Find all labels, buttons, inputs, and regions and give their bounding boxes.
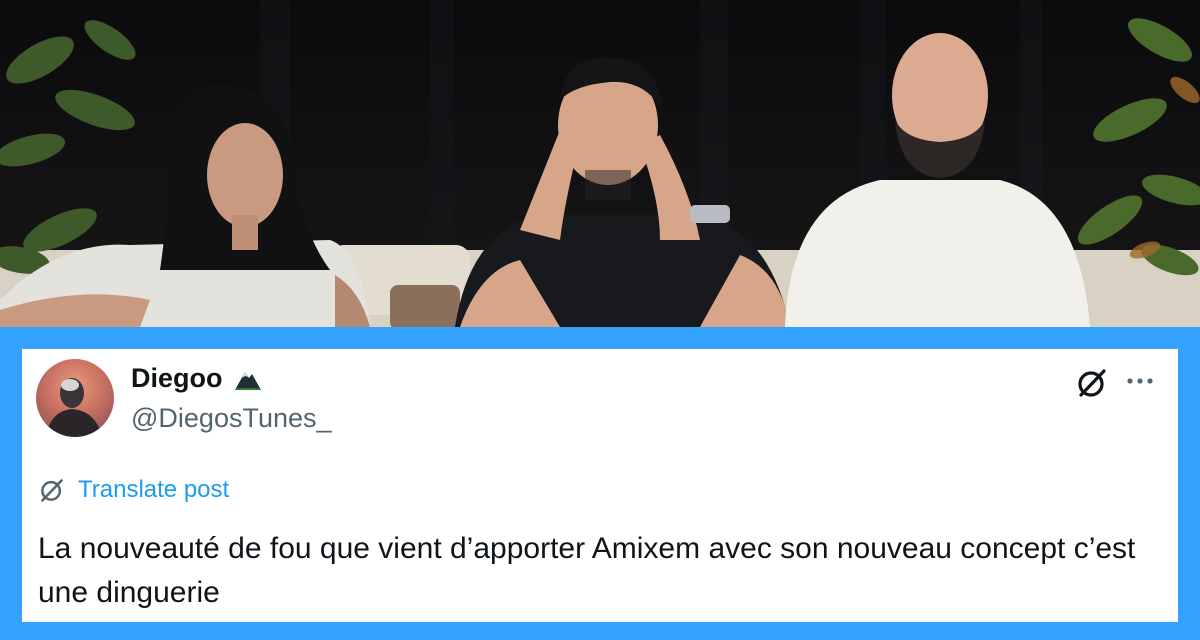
avatar-silhouette-icon — [46, 378, 102, 437]
translate-post-label: Translate post — [78, 476, 230, 503]
tweet-card: Diegoo @DiegosTunes_ Translate post La n… — [22, 349, 1178, 622]
more-icon[interactable] — [1124, 369, 1156, 393]
grok-icon[interactable] — [1076, 367, 1108, 399]
author-display-name[interactable]: Diegoo — [131, 363, 263, 394]
translate-post-link[interactable]: Translate post — [38, 476, 229, 504]
author-handle[interactable]: @DiegosTunes_ — [131, 403, 332, 434]
tweet-text: La nouveauté de fou que vient d’apporter… — [38, 532, 1136, 609]
scene-illustration — [0, 0, 1200, 327]
video-still-photo — [0, 0, 1200, 327]
translate-grok-icon — [41, 479, 63, 502]
mountain-icon — [234, 371, 261, 390]
display-name-text: Diegoo — [131, 363, 223, 393]
author-avatar[interactable] — [36, 359, 114, 437]
